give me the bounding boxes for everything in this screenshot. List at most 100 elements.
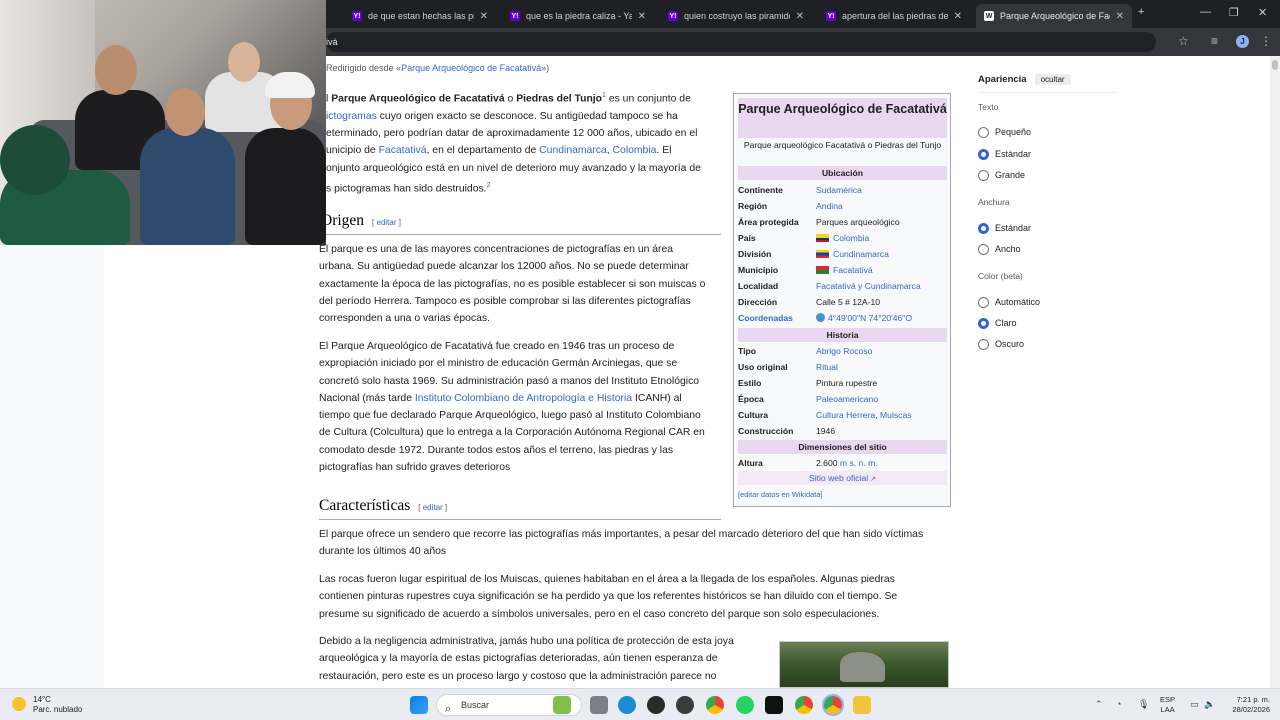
chrome-active-icon[interactable] — [822, 694, 844, 716]
infobox-link[interactable]: Cultura Herrera — [816, 410, 875, 420]
tab-yahoo-3[interactable]: Y! quien costruyo las piramides - ✕ — [660, 4, 812, 28]
close-icon[interactable]: ✕ — [638, 11, 646, 22]
caracteristicas-paragraph-1: El parque ofrece un sendero que recorre … — [319, 526, 959, 561]
infobox-link[interactable]: Muiscas — [880, 410, 912, 420]
capcut-icon[interactable] — [765, 696, 783, 714]
link-icanh[interactable]: Instituto Colombiano de Antropología e H… — [415, 393, 632, 404]
infobox-link[interactable]: Paleoamericano — [816, 392, 878, 406]
infobox-link[interactable]: Andina — [816, 199, 843, 213]
infobox-value: 1946 — [816, 426, 836, 436]
whatsapp-icon[interactable] — [736, 696, 754, 714]
text-line: corresponden a una o varias épocas. — [319, 313, 490, 325]
link-pictogramas[interactable]: ictogramas — [326, 111, 377, 122]
intro-line: ictogramas cuyo origen exacto se descono… — [326, 110, 678, 122]
intro-line: unicipio de Facatativá, en el departamen… — [326, 145, 672, 157]
text-line: Debido a la negligencia administrativa, … — [319, 636, 734, 647]
link-facatativa[interactable]: Facatativá — [379, 145, 427, 156]
close-icon[interactable]: ✕ — [480, 11, 488, 22]
new-tab-button[interactable]: + — [1138, 6, 1144, 18]
scrollbar[interactable] — [1270, 56, 1280, 688]
ref-2[interactable]: 2 — [487, 182, 491, 189]
file-explorer-icon[interactable] — [853, 696, 871, 714]
close-icon[interactable]: ✕ — [954, 11, 962, 22]
chevron-up-icon[interactable]: ⌃ — [1095, 699, 1103, 710]
bookmark-star-icon[interactable]: ☆ — [1178, 34, 1189, 48]
origen-paragraph-1: El parque es una de las mayores concentr… — [319, 241, 724, 327]
radio-text-large[interactable]: Grande — [978, 168, 1025, 182]
infobox-link[interactable]: Sudamérica — [816, 183, 862, 197]
infobox-link[interactable]: m s. n. m. — [840, 458, 878, 468]
task-view-icon[interactable] — [590, 696, 608, 714]
intro-paragraph: l Parque Arqueológico de Facatativá o Pi… — [326, 87, 726, 198]
park-photo-thumbnail[interactable] — [779, 641, 949, 688]
tab-yahoo-1[interactable]: Y! de que estan hechas las piramid ✕ — [344, 4, 496, 28]
url-field[interactable]: ivá — [326, 32, 1156, 52]
radio-text-small[interactable]: Pequeño — [978, 125, 1031, 139]
text-line: Nacional (más tarde Instituto Colombiano… — [319, 392, 682, 404]
chrome-icon[interactable] — [706, 696, 724, 714]
microphone-icon[interactable]: 🎙 — [1138, 699, 1149, 710]
text-line: urbana. Su antigüedad puede alcanzar los… — [319, 261, 689, 273]
infobox-link[interactable]: 4°49′00″N 74°20′46″O — [828, 313, 912, 323]
radio-color-dark[interactable]: Oscuro — [978, 337, 1024, 351]
official-website-link[interactable]: Sitio web oficial ↗ — [738, 471, 947, 485]
intro-line: eterminado, pero podrían datar de aproxi… — [326, 128, 698, 140]
tab-wikipedia-active[interactable]: W Parque Arqueológico de Facatat ✕ — [976, 4, 1132, 28]
menu-icon[interactable]: ⋮ — [1260, 34, 1272, 48]
page-left-margin — [0, 245, 104, 688]
infobox-link[interactable]: Cundinamarca — [833, 249, 889, 259]
headset-icon[interactable]: ◔ — [1116, 699, 1121, 709]
edit-link[interactable]: [ editar ] — [418, 503, 447, 512]
infobox-row-tipo: Tipo Abrigo Rocoso — [738, 344, 873, 358]
infobox-link[interactable]: Ritual — [816, 360, 838, 374]
media-control-icon[interactable]: ≡ — [1211, 34, 1218, 48]
person-head — [165, 88, 205, 136]
infobox-link[interactable]: Coordenadas — [738, 311, 793, 325]
infobox-link[interactable]: Facatativá y Cundinamarca — [816, 279, 921, 293]
radio-width-standard[interactable]: Estándar — [978, 221, 1031, 235]
tab-title: Parque Arqueológico de Facatat — [1000, 11, 1110, 21]
hide-button[interactable]: ocultar — [1034, 74, 1071, 85]
restore-icon[interactable]: ❐ — [1229, 6, 1239, 19]
clock[interactable]: 7:21 p. m. 28/02/2026 — [1232, 695, 1270, 715]
infobox-row-area: Área protegida Parques arqueológico — [738, 217, 900, 227]
radio-text-standard[interactable]: Estándar — [978, 147, 1031, 161]
scrollbar-thumb[interactable] — [1272, 60, 1278, 70]
app-icon[interactable] — [647, 696, 665, 714]
infobox-caption: Parque arqueológico Facatativá o Piedras… — [743, 140, 942, 150]
monitor-icon[interactable]: ▭ — [1190, 699, 1199, 710]
edge-icon[interactable] — [618, 696, 636, 714]
infobox-section-dimensiones: Dimensiones del sitio — [738, 440, 947, 454]
redirect-link[interactable]: Parque Arqueológico de Facatativá — [401, 63, 541, 73]
infobox-link[interactable]: Colombia — [833, 233, 869, 243]
infobox-link[interactable]: Abrigo Rocoso — [816, 344, 872, 358]
minimize-icon[interactable]: — — [1200, 6, 1211, 18]
radio-width-wide[interactable]: Ancho — [978, 242, 1021, 256]
infobox-value: Parques arqueológico — [816, 217, 900, 227]
link-cundinamarca[interactable]: Cundinamarca — [539, 145, 607, 156]
rock-shape — [840, 652, 885, 682]
window-close-icon[interactable]: ✕ — [1258, 6, 1267, 19]
tab-yahoo-4[interactable]: Y! apertura del las piedras de tu ✕ — [818, 4, 970, 28]
origen-paragraph-2: El Parque Arqueológico de Facatativá fue… — [319, 338, 724, 476]
radio-color-light[interactable]: Claro — [978, 316, 1017, 330]
language-indicator[interactable]: ESP LAA — [1160, 695, 1175, 715]
infobox-row-municipio: Municipio Facatativá — [738, 265, 873, 275]
chatgpt-icon[interactable] — [676, 696, 694, 714]
text-line: del período Herrera. Tampoco es posible … — [319, 295, 691, 307]
close-icon[interactable]: ✕ — [1116, 11, 1124, 22]
close-icon[interactable]: ✕ — [796, 11, 804, 22]
windows-start-icon[interactable] — [410, 696, 428, 714]
wikidata-edit-link[interactable]: [editar datos en Wikidata] — [738, 490, 823, 499]
link-colombia[interactable]: Colombia — [613, 145, 657, 156]
tab-yahoo-2[interactable]: Y! que es la piedra caliza - Yahoo ✕ — [502, 4, 654, 28]
search-highlight-icon[interactable] — [553, 696, 571, 714]
profile-avatar[interactable]: J — [1236, 35, 1249, 48]
edit-link[interactable]: [ editar ] — [372, 218, 401, 227]
search-icon: ⌕ — [445, 703, 452, 715]
chrome-profile-icon[interactable] — [795, 696, 813, 714]
text-size-label: Texto — [978, 102, 999, 112]
radio-color-auto[interactable]: Automático — [978, 295, 1040, 309]
volume-icon[interactable]: 🔈 — [1204, 699, 1215, 710]
infobox-link[interactable]: Facatativá — [833, 265, 873, 275]
